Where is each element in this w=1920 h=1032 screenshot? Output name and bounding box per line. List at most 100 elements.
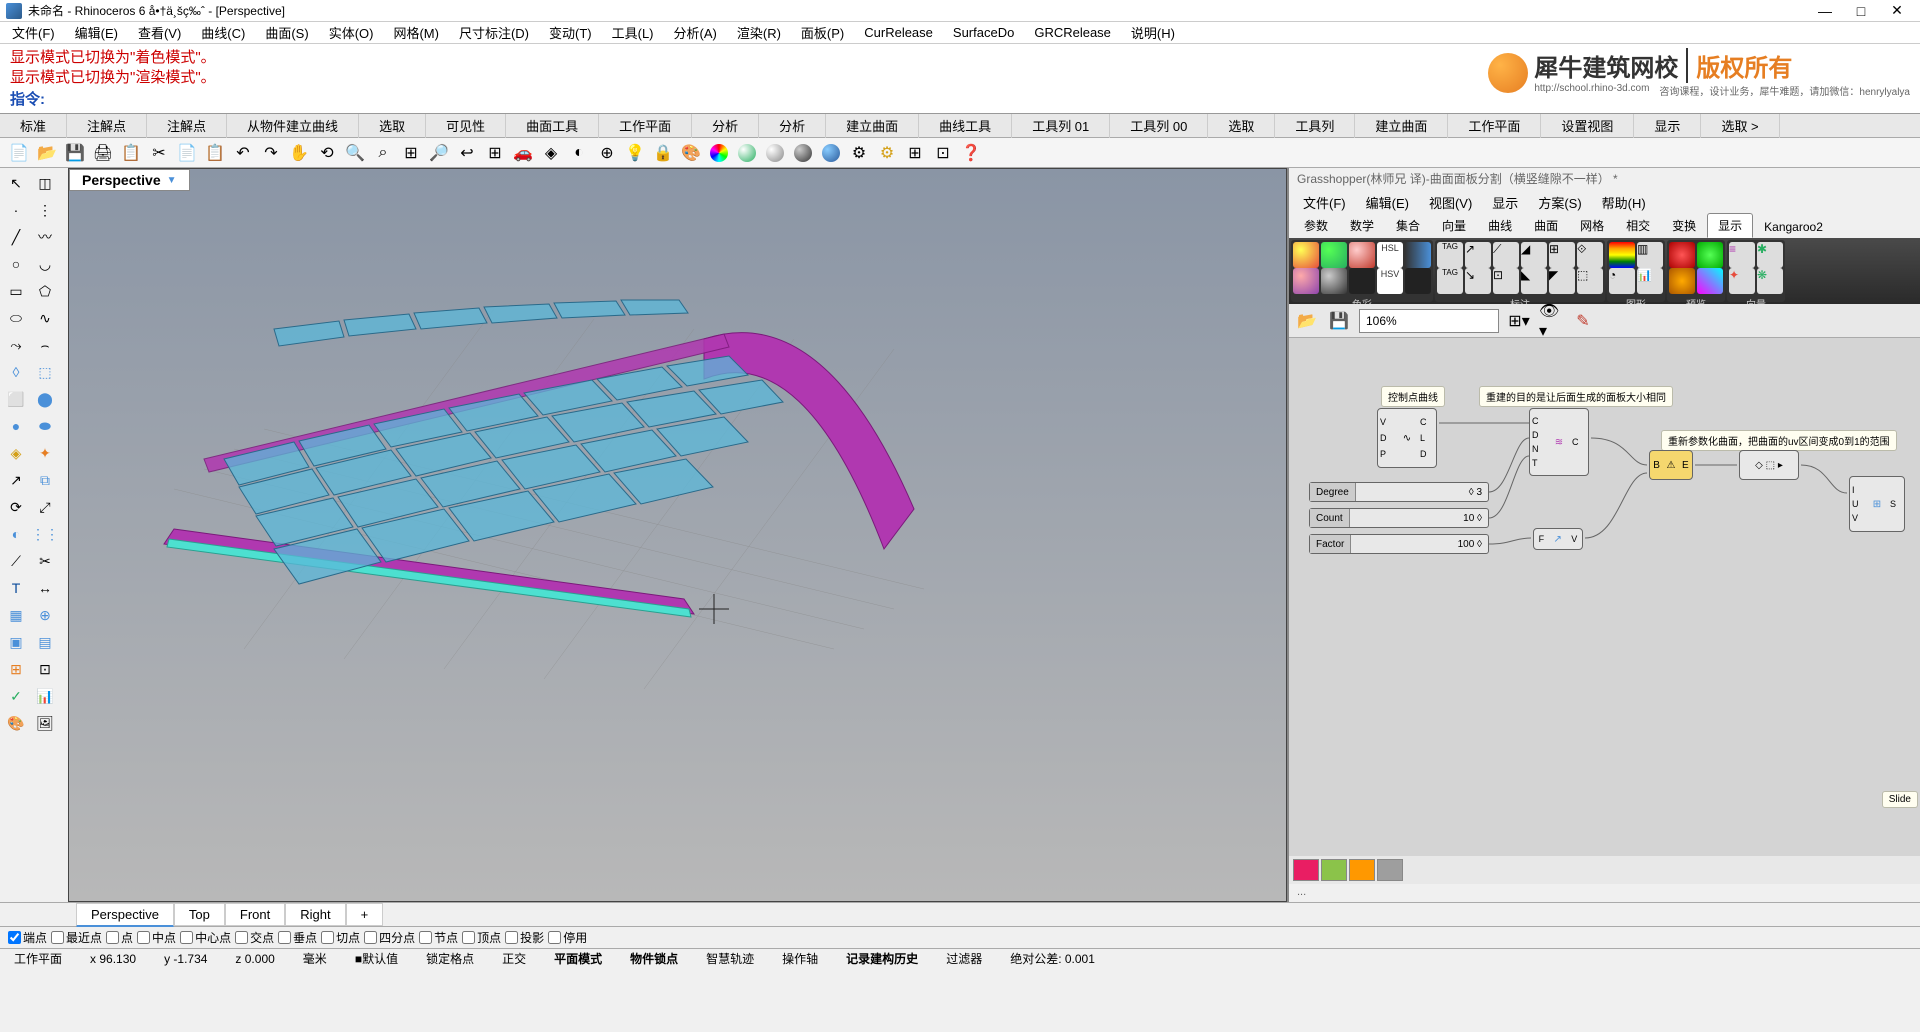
print-tool-icon[interactable]: 🖼 bbox=[31, 710, 59, 736]
join-icon[interactable]: ⟋ bbox=[2, 548, 30, 574]
grid-icon[interactable]: ⊞ bbox=[902, 140, 928, 166]
gh-comp-dim2-icon[interactable]: ⟋ bbox=[1493, 242, 1519, 268]
menu-surfacedo[interactable]: SurfaceDo bbox=[947, 23, 1020, 42]
fillet-icon[interactable]: ⌢ bbox=[31, 332, 59, 358]
osnap-quad[interactable]: 四分点 bbox=[364, 929, 415, 946]
gh-zoom-fit-icon[interactable]: ⊞▾ bbox=[1507, 309, 1531, 333]
sphere5-icon[interactable] bbox=[818, 140, 844, 166]
mesh-icon[interactable]: ◈ bbox=[2, 440, 30, 466]
sb-smarttrack[interactable]: 智慧轨迹 bbox=[700, 950, 760, 967]
osnap-project[interactable]: 投影 bbox=[505, 929, 544, 946]
gh-sketch-icon[interactable]: ✎ bbox=[1571, 309, 1595, 333]
ellipse-icon[interactable]: ⬭ bbox=[2, 305, 30, 331]
tab-set-view[interactable]: 设置视图 bbox=[1541, 113, 1634, 138]
gh-comp-ann4-icon[interactable]: ◤ bbox=[1549, 268, 1575, 294]
copy-tool-icon[interactable]: ⧉ bbox=[31, 467, 59, 493]
scale-icon[interactable]: ⤢ bbox=[31, 494, 59, 520]
menu-curve[interactable]: 曲线(C) bbox=[195, 21, 251, 44]
gh-comp-hsl-icon[interactable]: HSL bbox=[1377, 242, 1403, 268]
osnap-perp[interactable]: 垂点 bbox=[278, 929, 317, 946]
trim-icon[interactable]: ✂ bbox=[31, 548, 59, 574]
gh-comp-prev2-icon[interactable] bbox=[1697, 242, 1723, 268]
options-icon[interactable]: ⚙ bbox=[846, 140, 872, 166]
gh-comp-vec1-icon[interactable]: ≡ bbox=[1729, 242, 1755, 268]
osnap-knot[interactable]: 节点 bbox=[419, 929, 458, 946]
gh-tab-sets[interactable]: 集合 bbox=[1385, 213, 1431, 238]
dim-icon[interactable]: ↔ bbox=[31, 575, 59, 601]
rotate-icon[interactable]: ⟲ bbox=[314, 140, 340, 166]
arc-icon[interactable]: ◡ bbox=[31, 251, 59, 277]
tab-display[interactable]: 显示 bbox=[1634, 113, 1701, 138]
print-icon[interactable]: 🖨 bbox=[90, 140, 116, 166]
tab-create-surface1[interactable]: 建立曲面 bbox=[826, 113, 919, 138]
sphere2-icon[interactable] bbox=[734, 140, 760, 166]
tab-annotate1[interactable]: 注解点 bbox=[67, 113, 147, 138]
point-icon[interactable]: · bbox=[2, 197, 30, 223]
viewport-perspective[interactable]: Perspective ▼ bbox=[68, 168, 1287, 902]
gh-menu-help[interactable]: 帮助(H) bbox=[1594, 191, 1654, 214]
gh-comp-ann5-icon[interactable]: ⬚ bbox=[1577, 268, 1603, 294]
gh-menu-display[interactable]: 显示 bbox=[1484, 191, 1526, 214]
sphere3-icon[interactable] bbox=[762, 140, 788, 166]
sphere4-icon[interactable] bbox=[790, 140, 816, 166]
gh-comp-ann1-icon[interactable]: ↘ bbox=[1465, 268, 1491, 294]
gh-component-reparam[interactable]: ◇ ⬚ ▸ bbox=[1739, 450, 1799, 480]
gh-comp-dim4-icon[interactable]: ⊞ bbox=[1549, 242, 1575, 268]
tab-analyze1[interactable]: 分析 bbox=[692, 113, 759, 138]
grip-icon[interactable]: ⊡ bbox=[930, 140, 956, 166]
mirror-icon[interactable]: ◐ bbox=[2, 521, 30, 547]
menu-grcrelease[interactable]: GRCRelease bbox=[1028, 23, 1117, 42]
rect-icon[interactable]: ▭ bbox=[2, 278, 30, 304]
gh-tab-display[interactable]: 显示 bbox=[1707, 213, 1753, 238]
osnap-end[interactable]: 端点 bbox=[8, 929, 47, 946]
hatch-icon[interactable]: ▦ bbox=[2, 602, 30, 628]
menu-panels[interactable]: 面板(P) bbox=[795, 21, 850, 44]
gh-comp-blank1-icon[interactable] bbox=[1349, 268, 1375, 294]
layers-icon[interactable]: ◈ bbox=[538, 140, 564, 166]
maximize-button[interactable]: □ bbox=[1852, 2, 1870, 20]
gh-component-nurbscurve[interactable]: VDP ∿ CLD bbox=[1377, 408, 1437, 468]
view-tab-perspective[interactable]: Perspective bbox=[76, 903, 174, 927]
gh-comp-hsv-icon[interactable]: HSV bbox=[1377, 268, 1403, 294]
gh-comp-bar-icon[interactable]: ▥ bbox=[1637, 242, 1663, 268]
paste-icon[interactable]: 📋 bbox=[202, 140, 228, 166]
gh-tab-kangaroo[interactable]: Kangaroo2 bbox=[1753, 216, 1834, 238]
gh-menu-edit[interactable]: 编辑(E) bbox=[1358, 191, 1417, 214]
loft-icon[interactable]: ⬚ bbox=[31, 359, 59, 385]
sphere-tool-icon[interactable]: ● bbox=[2, 413, 30, 439]
gh-comp-colour-hsv2-icon[interactable] bbox=[1321, 268, 1347, 294]
gh-comp-tag2-icon[interactable]: TAG bbox=[1437, 268, 1463, 294]
gh-comp-tag-icon[interactable]: TAG bbox=[1437, 242, 1463, 268]
sb-cplane[interactable]: 工作平面 bbox=[8, 950, 68, 967]
gh-doc-tab-2[interactable] bbox=[1321, 859, 1347, 881]
gh-component-divide-uv[interactable]: IUV ⊞ S bbox=[1849, 476, 1905, 532]
sb-gridsnap[interactable]: 锁定格点 bbox=[420, 950, 480, 967]
gh-component-vector[interactable]: F↗V bbox=[1533, 528, 1583, 550]
cylinder-icon[interactable]: ⬤ bbox=[31, 386, 59, 412]
gh-component-bounds[interactable]: B⚠E bbox=[1649, 450, 1693, 480]
gh-comp-colour-lab-icon[interactable] bbox=[1349, 242, 1375, 268]
chevron-down-icon[interactable]: ▼ bbox=[167, 175, 177, 186]
gh-tab-params[interactable]: 参数 bbox=[1293, 213, 1339, 238]
tab-toolbar[interactable]: 工具列 bbox=[1275, 113, 1355, 138]
tab-cplane1[interactable]: 工作平面 bbox=[599, 113, 692, 138]
lasso-icon[interactable]: ◫ bbox=[31, 170, 59, 196]
tab-toolbar00[interactable]: 工具列 00 bbox=[1110, 113, 1208, 138]
box-icon[interactable]: ⬜ bbox=[2, 386, 30, 412]
analysis-icon[interactable]: 📊 bbox=[31, 683, 59, 709]
sb-osnap[interactable]: 物件锁点 bbox=[624, 950, 684, 967]
gh-comp-dim1-icon[interactable]: ↗ bbox=[1465, 242, 1491, 268]
gh-comp-colour-rgb-icon[interactable] bbox=[1293, 242, 1319, 268]
menu-help[interactable]: 说明(H) bbox=[1125, 21, 1181, 44]
gh-slider-factor[interactable]: Factor 100 ◊ bbox=[1309, 534, 1489, 554]
osnap-near[interactable]: 最近点 bbox=[51, 929, 102, 946]
zoom-extents-icon[interactable]: ⊞ bbox=[398, 140, 424, 166]
view-tab-top[interactable]: Top bbox=[174, 903, 225, 926]
gh-preview-icon[interactable]: 👁▾ bbox=[1539, 309, 1563, 333]
gh-comp-legend-icon[interactable] bbox=[1609, 242, 1635, 268]
gh-tab-curve[interactable]: 曲线 bbox=[1477, 213, 1523, 238]
sb-planar[interactable]: 平面模式 bbox=[548, 950, 608, 967]
osnap-cen[interactable]: 中心点 bbox=[180, 929, 231, 946]
gh-comp-colour-lch-icon[interactable] bbox=[1293, 268, 1319, 294]
view-tab-front[interactable]: Front bbox=[225, 903, 285, 926]
